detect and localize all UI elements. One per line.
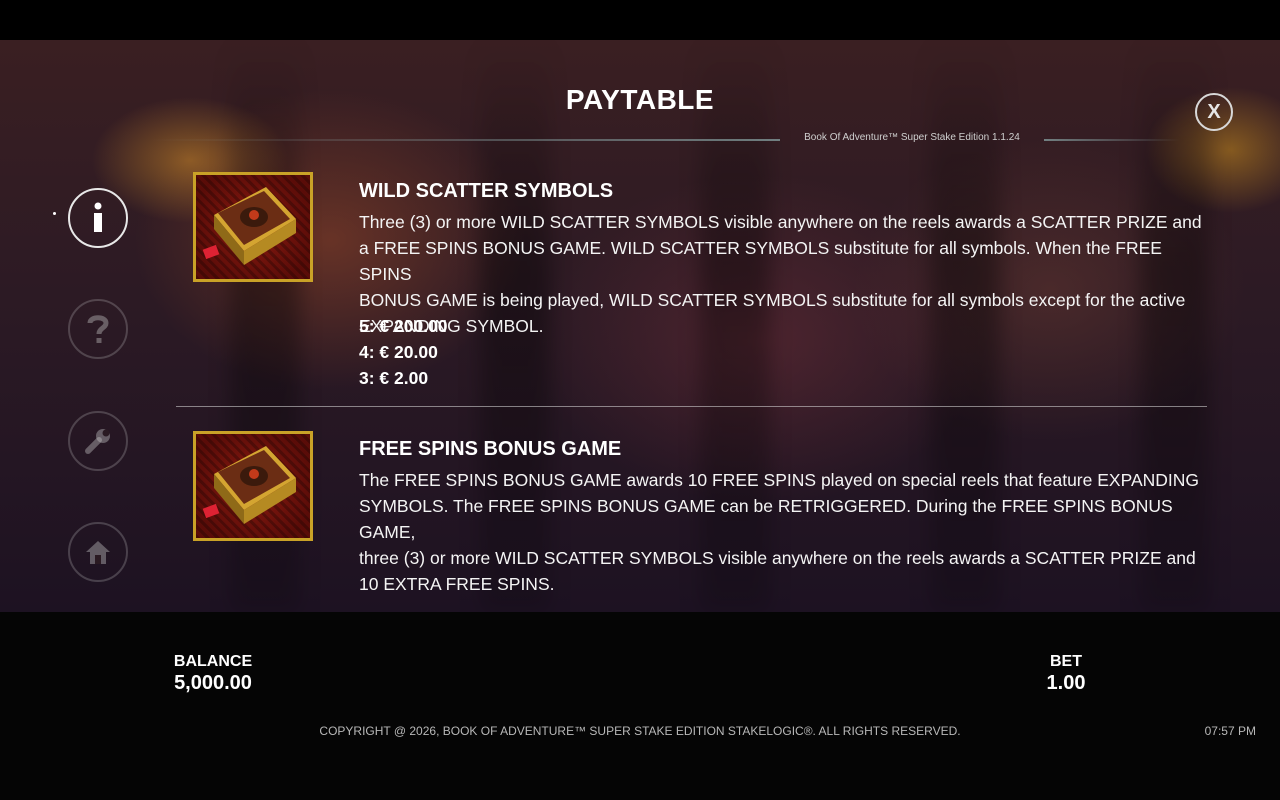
close-button[interactable]: X <box>1195 93 1233 131</box>
description-line: Three (3) or more WILD SCATTER SYMBOLS v… <box>359 212 1202 232</box>
description-line: EXPANDING SYMBOL. <box>359 316 544 336</box>
wrench-icon <box>85 429 110 454</box>
section-description: Three (3) or more WILD SCATTER SYMBOLS v… <box>359 209 1219 339</box>
info-icon <box>94 202 102 232</box>
payout-row: 5: € 200.00 <box>359 316 448 336</box>
title-divider-right <box>1044 139 1180 141</box>
section-heading: FREE SPINS BONUS GAME <box>359 438 622 460</box>
description-line: 10 EXTRA FREE SPINS. <box>359 574 555 594</box>
active-indicator <box>53 212 56 215</box>
nav-settings-button[interactable] <box>68 411 128 471</box>
home-icon <box>86 541 110 564</box>
payout-list: 5: € 200.00 4: € 20.00 3: € 2.00 <box>359 313 448 391</box>
description-line: BONUS GAME is being played, WILD SCATTER… <box>359 290 1186 310</box>
title-divider-left <box>150 139 780 141</box>
description-line: The FREE SPINS BONUS GAME awards 10 FREE… <box>359 470 1199 490</box>
section-description: The FREE SPINS BONUS GAME awards 10 FREE… <box>359 467 1219 597</box>
description-line: SYMBOLS. The FREE SPINS BONUS GAME can b… <box>359 496 1173 542</box>
nav-home-button[interactable] <box>68 522 128 582</box>
book-icon <box>202 187 296 265</box>
wild-scatter-symbol-image <box>193 172 313 282</box>
section-divider <box>176 406 1207 407</box>
question-icon <box>87 315 109 343</box>
clock: 07:57 PM <box>1204 724 1256 738</box>
close-icon: X <box>1207 100 1221 123</box>
top-letterbox <box>0 0 1280 40</box>
page-title: PAYTABLE <box>565 84 715 115</box>
book-icon <box>202 446 296 524</box>
payout-row: 3: € 2.00 <box>359 368 429 388</box>
bet-label: BET <box>1050 653 1082 670</box>
description-line: three (3) or more WILD SCATTER SYMBOLS v… <box>359 548 1196 568</box>
balance-value: 5,000.00 <box>174 672 252 694</box>
section-heading: WILD SCATTER SYMBOLS <box>359 180 614 202</box>
nav-info-button[interactable] <box>68 188 128 248</box>
bet-value: 1.00 <box>1046 672 1086 694</box>
description-line: a FREE SPINS BONUS GAME. WILD SCATTER SY… <box>359 238 1162 284</box>
free-spins-symbol-image <box>193 431 313 541</box>
balance-label: BALANCE <box>173 653 253 670</box>
game-version: Book Of Adventure™ Super Stake Edition 1… <box>804 132 1020 143</box>
bottom-bar <box>0 612 1280 800</box>
nav-help-button[interactable] <box>68 299 128 359</box>
copyright-text: COPYRIGHT @ 2026, BOOK OF ADVENTURE™ SUP… <box>319 724 961 738</box>
payout-row: 4: € 20.00 <box>359 342 438 362</box>
